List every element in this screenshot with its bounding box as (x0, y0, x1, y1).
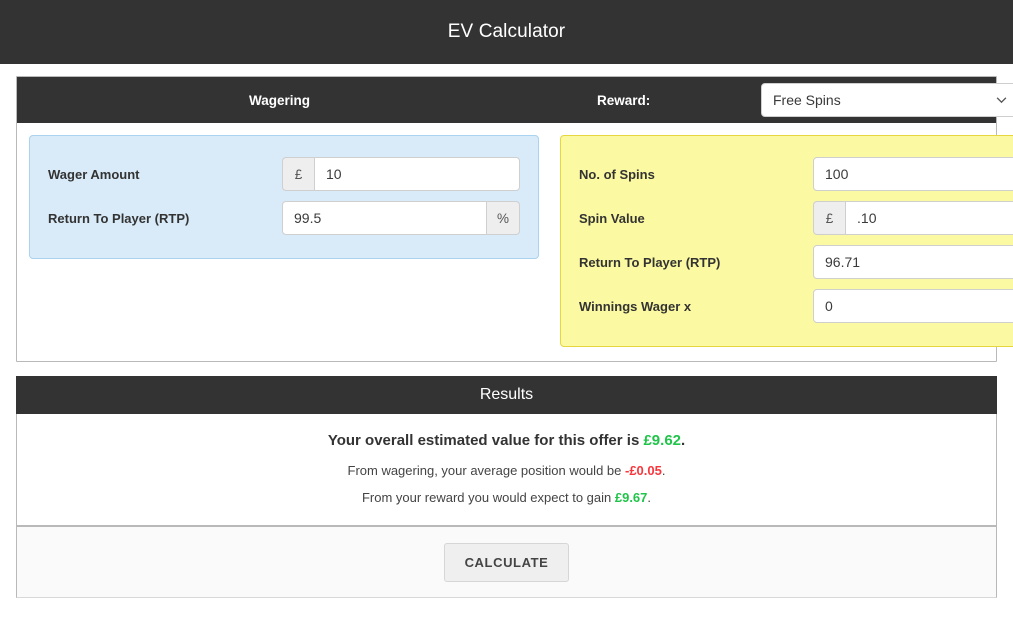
control-wager-amount: £ (282, 157, 521, 191)
control-winnings-wager: 0 (813, 289, 1013, 323)
card-header-bar: Wagering Reward: Free Spins (17, 77, 1013, 123)
results-heading: Results (16, 376, 997, 414)
results-wrapper: Results Your overall estimated value for… (0, 362, 1013, 526)
field-row-spin-value: Spin Value £ (579, 196, 1013, 240)
field-row-wager-amount: Wager Amount £ (48, 152, 521, 196)
reward-label: Reward: (597, 92, 651, 108)
result-wagering-suffix: . (661, 463, 666, 478)
spin-value-input[interactable] (845, 201, 1013, 235)
result-reward-suffix: . (647, 490, 652, 505)
reward-rtp-input[interactable] (813, 245, 1013, 279)
label-spin-value: Spin Value (579, 210, 645, 226)
footer-bar: CALCULATE (16, 526, 997, 598)
label-reward-rtp: Return To Player (RTP) (579, 254, 721, 270)
page-title: EV Calculator (447, 21, 566, 42)
app-title-bar: EV Calculator (0, 0, 1013, 64)
currency-addon-gbp: £ (813, 201, 846, 235)
input-card-wrapper: Wagering Reward: Free Spins Wager Amount (0, 64, 1013, 362)
result-overall-suffix: . (681, 432, 686, 449)
result-overall-value: £9.62 (643, 432, 682, 449)
calculate-button[interactable]: CALCULATE (443, 542, 570, 582)
label-winnings-wager: Winnings Wager x (579, 298, 692, 314)
results-card: Your overall estimated value for this of… (16, 414, 997, 526)
field-row-reward-rtp: Return To Player (RTP) % (579, 240, 1013, 284)
wagering-panel: Wager Amount £ Return To Player (RTP) % (29, 135, 540, 259)
panels-row: Wager Amount £ Return To Player (RTP) % (17, 123, 1013, 361)
result-wagering-prefix: From wagering, your average position wou… (347, 463, 625, 478)
input-card: Wagering Reward: Free Spins Wager Amount (16, 76, 1013, 362)
currency-addon-gbp: £ (282, 157, 314, 191)
wagering-rtp-input[interactable] (282, 201, 487, 235)
control-wagering-rtp: % (282, 201, 521, 235)
label-no-of-spins: No. of Spins (579, 166, 655, 182)
result-overall-prefix: Your overall estimated value for this of… (327, 432, 644, 449)
winnings-wager-select[interactable]: 0 (813, 289, 1013, 323)
wager-amount-input[interactable] (314, 157, 521, 191)
result-reward-value: £9.67 (614, 490, 648, 505)
reward-select[interactable]: Free Spins (761, 83, 1013, 117)
control-reward-rtp: % (813, 245, 1013, 279)
result-wagering-value: -£0.05 (624, 463, 662, 478)
reward-select-wrapper: Free Spins (761, 83, 1013, 117)
result-overall-line: Your overall estimated value for this of… (27, 432, 986, 449)
result-wagering-line: From wagering, your average position wou… (27, 463, 986, 478)
results-body: Your overall estimated value for this of… (17, 414, 996, 525)
result-reward-line: From your reward you would expect to gai… (27, 490, 986, 505)
control-spin-value: £ (813, 201, 1013, 235)
field-row-winnings-wager: Winnings Wager x 0 (579, 284, 1013, 328)
result-reward-prefix: From your reward you would expect to gai… (361, 490, 615, 505)
field-row-wagering-rtp: Return To Player (RTP) % (48, 196, 521, 240)
ev-calculator-app: EV Calculator Wagering Reward: Free Spin… (0, 0, 1013, 625)
label-wagering-rtp: Return To Player (RTP) (48, 210, 190, 226)
label-wager-amount: Wager Amount (48, 166, 140, 182)
wagering-section-title: Wagering (249, 92, 311, 108)
control-no-of-spins (813, 157, 1013, 191)
percent-addon: % (487, 201, 521, 235)
reward-panel: No. of Spins Spin Value £ Return T (560, 135, 1013, 347)
no-of-spins-input[interactable] (813, 157, 1013, 191)
field-row-no-of-spins: No. of Spins (579, 152, 1013, 196)
